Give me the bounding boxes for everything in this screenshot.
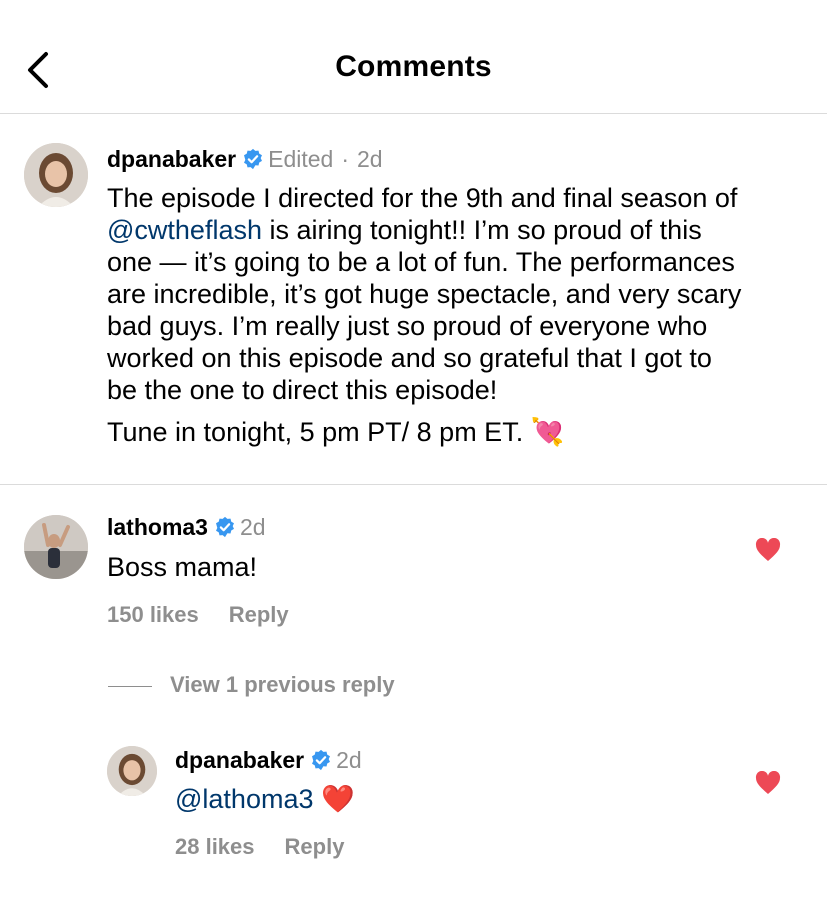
verified-badge-icon <box>216 516 234 538</box>
caption-line: @cwtheflash is airing tonight!! I’m so p… <box>107 214 807 246</box>
mention-link[interactable]: @cwtheflash <box>107 215 262 245</box>
timestamp: 2d <box>336 747 362 773</box>
caption-line: worked on this episode and so grateful t… <box>107 343 712 373</box>
timestamp: 2d <box>239 514 266 540</box>
divider <box>0 484 827 485</box>
like-button[interactable] <box>755 770 781 800</box>
caption-line: Tune in tonight, 5 pm PT/ 8 pm ET. 💘 <box>107 416 807 448</box>
avatar[interactable] <box>24 143 88 207</box>
mention-link[interactable]: @lathoma3 <box>175 784 313 814</box>
caption-line: bad guys. I’m really just so proud of ev… <box>107 311 708 341</box>
avatar[interactable] <box>24 515 88 579</box>
profile-photo <box>24 515 88 579</box>
caption-text: The episode I directed for the 9th and f… <box>107 182 807 448</box>
timestamp: 2d <box>357 146 383 172</box>
reply-button[interactable]: Reply <box>285 834 345 859</box>
heart-icon <box>755 770 781 794</box>
reply-header: dpanabaker 2d <box>175 747 362 774</box>
avatar[interactable] <box>107 746 157 796</box>
caption-tune-in: Tune in tonight, 5 pm PT/ 8 pm ET. <box>107 417 524 447</box>
reply-button[interactable]: Reply <box>229 602 289 627</box>
caption-line: The episode I directed for the 9th and f… <box>107 183 738 213</box>
comment-text: Boss mama! <box>107 552 258 582</box>
caption-line: be the one to direct this episode! <box>107 375 498 405</box>
username[interactable]: dpanabaker <box>175 747 304 773</box>
username[interactable]: dpanabaker <box>107 146 236 172</box>
edited-label: Edited <box>268 146 334 172</box>
likes-count[interactable]: 150 likes <box>107 602 199 627</box>
verified-badge-icon <box>244 148 263 170</box>
heart-arrow-emoji: 💘 <box>530 417 565 447</box>
reply-text: @lathoma3 ❤️ <box>175 783 355 815</box>
separator: · <box>341 146 349 172</box>
username[interactable]: lathoma3 <box>107 514 208 540</box>
profile-photo <box>107 746 157 796</box>
reply-actions: 28 likes Reply <box>175 834 374 860</box>
header: Comments <box>0 0 827 114</box>
likes-count[interactable]: 28 likes <box>175 834 255 859</box>
caption-line-rest: is airing tonight!! I’m so proud of this <box>261 215 702 245</box>
page-title: Comments <box>335 50 492 83</box>
comment-header: lathoma3 2d <box>107 514 266 541</box>
profile-photo <box>24 143 88 207</box>
reply-thread-line <box>108 685 152 687</box>
comment-actions: 150 likes Reply <box>107 602 319 628</box>
heart-emoji: ❤️ <box>321 784 355 814</box>
view-replies-button[interactable]: View 1 previous reply <box>108 672 395 698</box>
caption-header: dpanabaker Edited · 2d <box>107 146 383 173</box>
caption-line: one — it’s going to be a lot of fun. The… <box>107 247 735 277</box>
verified-badge-icon <box>312 749 331 771</box>
heart-icon <box>755 537 781 561</box>
view-replies-label: View 1 previous reply <box>170 672 395 697</box>
caption-line: are incredible, it’s got huge spectacle,… <box>107 279 742 309</box>
like-button[interactable] <box>755 537 781 567</box>
